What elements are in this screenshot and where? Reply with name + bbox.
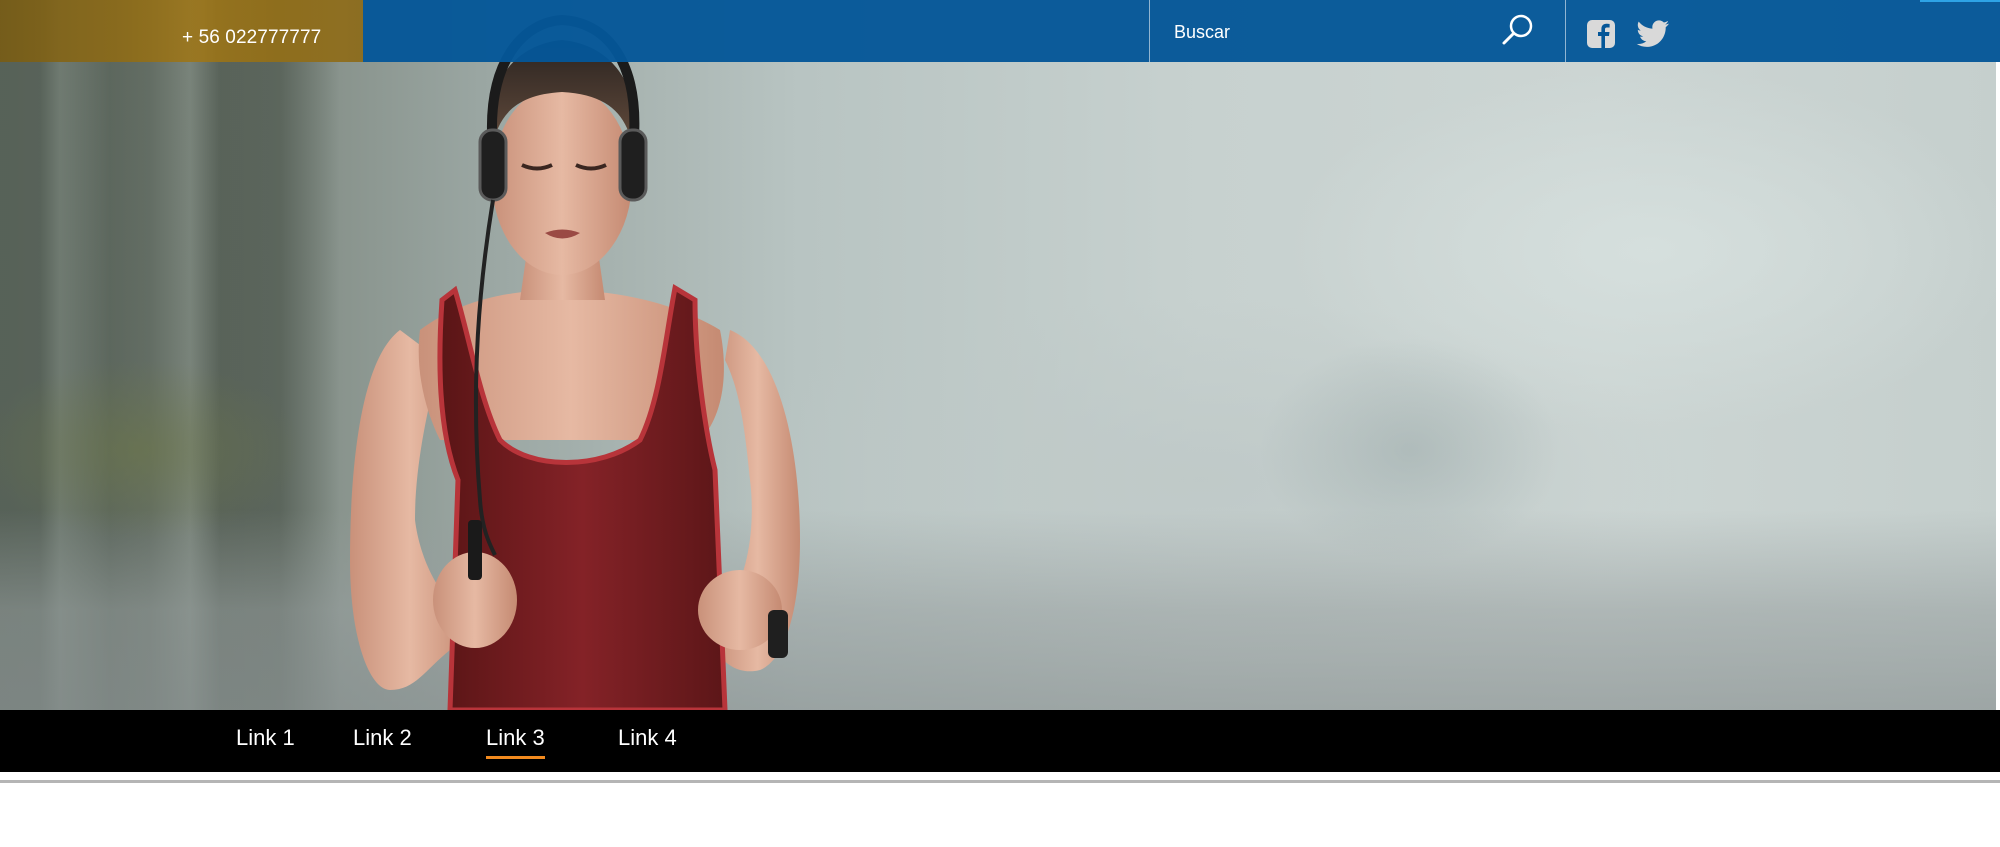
top-bar: + 56 022777777 <box>0 0 2000 62</box>
search-divider <box>1149 0 1150 62</box>
search-icon[interactable] <box>1500 12 1536 48</box>
main-nav: Link 1 Link 2 Link 3 Link 4 <box>0 710 2000 772</box>
hero-runner-image <box>350 14 800 710</box>
phone-box: + 56 022777777 <box>0 0 363 62</box>
page-edge <box>1996 62 2000 710</box>
facebook-icon[interactable] <box>1586 19 1616 49</box>
hero-banner <box>0 0 2000 710</box>
social-divider <box>1565 0 1566 62</box>
nav-link-2[interactable]: Link 2 <box>353 725 412 756</box>
search-input[interactable] <box>1160 16 1500 48</box>
nav-link-3[interactable]: Link 3 <box>486 725 545 759</box>
phone-number[interactable]: + 56 022777777 <box>182 27 321 49</box>
page: + 56 022777777 Link 1 Link 2 Link 3 Link… <box>0 0 2000 847</box>
top-accent-strip <box>1920 0 2000 2</box>
twitter-icon[interactable] <box>1636 20 1670 48</box>
hero-road-background <box>0 510 2000 710</box>
nav-link-1[interactable]: Link 1 <box>236 725 295 756</box>
nav-link-4[interactable]: Link 4 <box>618 725 677 756</box>
content-divider <box>0 780 2000 783</box>
